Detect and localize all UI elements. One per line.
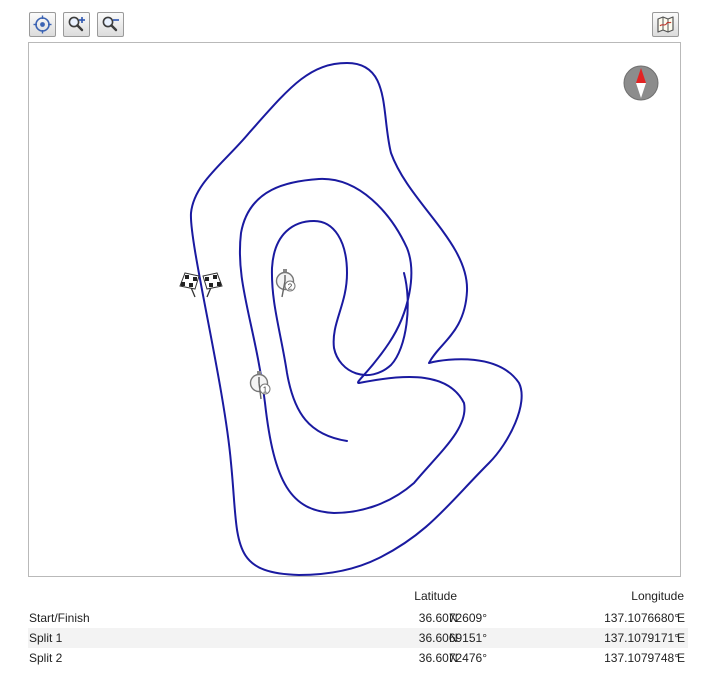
longitude-header: Longitude — [631, 589, 684, 603]
locate-button[interactable] — [29, 12, 56, 37]
point-name: Start/Finish — [29, 611, 90, 625]
stopwatch-2-icon: 2 — [275, 269, 296, 298]
longitude-direction: E — [677, 631, 686, 645]
zoom-in-button[interactable] — [63, 12, 90, 37]
track-path — [189, 62, 523, 576]
latitude-direction: N — [449, 611, 458, 625]
table-row[interactable]: Split 1 36.6069151° N 137.1079171° E — [28, 628, 688, 648]
split-1-number: 1 — [263, 386, 268, 395]
map-canvas[interactable]: 2 1 — [29, 43, 680, 576]
point-name: Split 1 — [29, 631, 63, 645]
latitude-direction: N — [449, 631, 458, 645]
folded-map-icon — [657, 16, 674, 33]
zoom-out-button[interactable] — [97, 12, 124, 37]
split-2-marker[interactable]: 2 — [275, 269, 296, 298]
magnifier-plus-icon — [68, 16, 85, 32]
longitude-direction: E — [677, 651, 686, 665]
compass-north-icon — [623, 65, 659, 101]
longitude-direction: E — [677, 611, 686, 625]
crosshair-target-icon — [33, 15, 52, 34]
latitude-header: Latitude — [414, 589, 457, 603]
map-toggle-button[interactable] — [652, 12, 679, 37]
longitude-value: 137.1079171° — [604, 631, 679, 645]
table-row[interactable]: Split 2 36.6072476° N 137.1079748° E — [28, 648, 688, 668]
table-header: Latitude Longitude — [28, 586, 688, 608]
stopwatch-1-icon: 1 — [249, 371, 271, 400]
longitude-value: 137.1079748° — [604, 651, 679, 665]
split-1-marker[interactable]: 1 — [249, 371, 271, 400]
map-view[interactable]: 2 1 — [28, 42, 681, 577]
longitude-value: 137.1076680° — [604, 611, 679, 625]
table-row[interactable]: Start/Finish 36.6072609° N 137.1076680° … — [28, 608, 688, 628]
coordinates-table: Latitude Longitude Start/Finish 36.60726… — [28, 586, 688, 668]
latitude-direction: N — [449, 651, 458, 665]
point-name: Split 2 — [29, 651, 63, 665]
magnifier-minus-icon — [102, 16, 119, 32]
split-2-number: 2 — [288, 283, 293, 292]
